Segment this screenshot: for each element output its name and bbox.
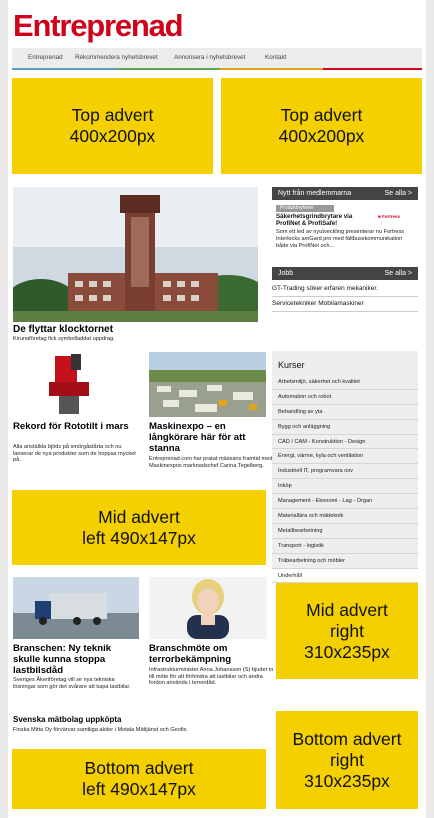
- nav-link-advertise[interactable]: Annonsera i nyhetsbrevet: [174, 54, 245, 61]
- newsletter-page: Entreprenad Entreprenad Rekommendera nyh…: [8, 0, 426, 818]
- article-title-rototilt[interactable]: Rekord för Rototilt i mars: [13, 421, 138, 432]
- nav-accent-line: [117, 68, 220, 70]
- course-item[interactable]: Behandling av yta: [272, 405, 418, 420]
- member-news-title[interactable]: Säkerhetsgrindbrytare via ProfiNet & Pro…: [276, 213, 376, 227]
- lead-article-teaser: Kirunaföretag fick symbolladdat uppdrag.: [13, 336, 115, 342]
- nav-link-recommend[interactable]: Rekommendera nyhetsbrevet: [75, 54, 158, 61]
- course-item[interactable]: Metallbearbetning: [272, 524, 418, 539]
- mid-advert-left[interactable]: Mid advert left 490x147px: [12, 490, 266, 565]
- nav-link-contact[interactable]: Kontakt: [265, 54, 286, 61]
- top-advert-right[interactable]: Top advert 400x200px: [221, 78, 422, 174]
- courses-list: Arbetsmiljö, säkerhet och kvalitet Autom…: [272, 375, 418, 584]
- course-item[interactable]: CAD / CAM - Konstruktion - Design: [272, 435, 418, 450]
- article-image-lastbil[interactable]: [13, 577, 139, 639]
- article-title-maskinexpo[interactable]: Maskinexpo – en långkörare här för att s…: [149, 421, 274, 454]
- jobs-box-header: Jobb Se alla >: [272, 267, 418, 280]
- jobs-see-all-link[interactable]: Se alla >: [385, 270, 412, 277]
- courses-box: Kurser Arbetsmiljö, säkerhet och kvalite…: [272, 351, 418, 584]
- article-teaser-maskinexpo: Entreprenad.com har pratat mässans framt…: [149, 456, 273, 469]
- jobs-box-title: Jobb: [278, 270, 294, 277]
- course-item[interactable]: Inköp: [272, 479, 418, 495]
- article-image-minister[interactable]: [149, 577, 267, 639]
- main-nav: Entreprenad Rekommendera nyhetsbrevet An…: [12, 48, 422, 69]
- article-teaser-rototilt: Alla anställda bjöds på smörgåstårta och…: [13, 444, 136, 463]
- bottom-advert-right[interactable]: Bottom advert right 310x235px: [276, 711, 418, 809]
- bottom-advert-left[interactable]: Bottom advert left 490x147px: [12, 749, 266, 809]
- courses-title: Kurser: [278, 360, 305, 370]
- nav-accent-line: [12, 68, 117, 70]
- divider: [272, 296, 418, 297]
- article-teaser-lastbil: Sveriges Åkeriföretag vill se nya teknis…: [13, 677, 131, 690]
- members-box-header: Nytt från medlemmarna Se alla >: [272, 187, 418, 200]
- course-item[interactable]: Bygg och anläggning: [272, 420, 418, 435]
- course-item[interactable]: Materiallära och mätteknik: [272, 509, 418, 524]
- nav-accent-line: [323, 68, 422, 70]
- course-item[interactable]: Underhåll: [272, 569, 418, 584]
- fortress-logo: ■ Fortress: [378, 214, 400, 219]
- article-title-matbolag[interactable]: Svenska mätbolag uppköpta: [13, 715, 121, 724]
- site-logo[interactable]: Entreprenad: [13, 8, 184, 44]
- course-item[interactable]: Transport - logistik: [272, 539, 418, 554]
- nav-link-entreprenad[interactable]: Entreprenad: [28, 54, 63, 61]
- article-title-terror[interactable]: Branschmöte om terrorbekämpning: [149, 643, 274, 665]
- article-title-lastbil[interactable]: Branschen: Ny teknik skulle kunna stoppa…: [13, 643, 138, 676]
- article-teaser-matbolag: Finska Mitta Oy förvärvar samtliga aktie…: [13, 727, 189, 733]
- course-item[interactable]: Träbearbetning och möbler: [272, 554, 418, 569]
- members-box-title: Nytt från medlemmarna: [278, 190, 352, 197]
- course-item[interactable]: Energi, värme, kyla och ventilation: [272, 449, 418, 465]
- course-item[interactable]: Management - Ekonomi - Lag - Organ: [272, 494, 418, 510]
- divider: [272, 311, 418, 312]
- members-see-all-link[interactable]: Se alla >: [385, 190, 412, 197]
- job-item[interactable]: GT-Trading söker erfaren mekaniker.: [272, 285, 378, 292]
- lead-article-image[interactable]: [13, 187, 258, 322]
- mid-advert-right[interactable]: Mid advert right 310x235px: [276, 583, 418, 679]
- job-item[interactable]: Servicetekniker Mobilamaskiner: [272, 300, 364, 307]
- article-image-rototilt[interactable]: [13, 352, 136, 417]
- nav-accent-line: [220, 68, 323, 70]
- top-advert-left[interactable]: Top advert 400x200px: [12, 78, 213, 174]
- article-teaser-terror: Infrastrukturminister Anna Johansson (S)…: [149, 667, 274, 686]
- product-news-tag: Produktnyheter: [276, 205, 334, 212]
- member-news-text: Som ett led av nyutveckling presenterar …: [276, 229, 405, 249]
- lead-article-title[interactable]: De flyttar klocktornet: [13, 324, 113, 335]
- course-item[interactable]: Industriell IT, programvara osv: [272, 464, 418, 480]
- course-item[interactable]: Automation och robot: [272, 390, 418, 405]
- article-image-maskinexpo[interactable]: [149, 352, 266, 417]
- course-item[interactable]: Arbetsmiljö, säkerhet och kvalitet: [272, 375, 418, 390]
